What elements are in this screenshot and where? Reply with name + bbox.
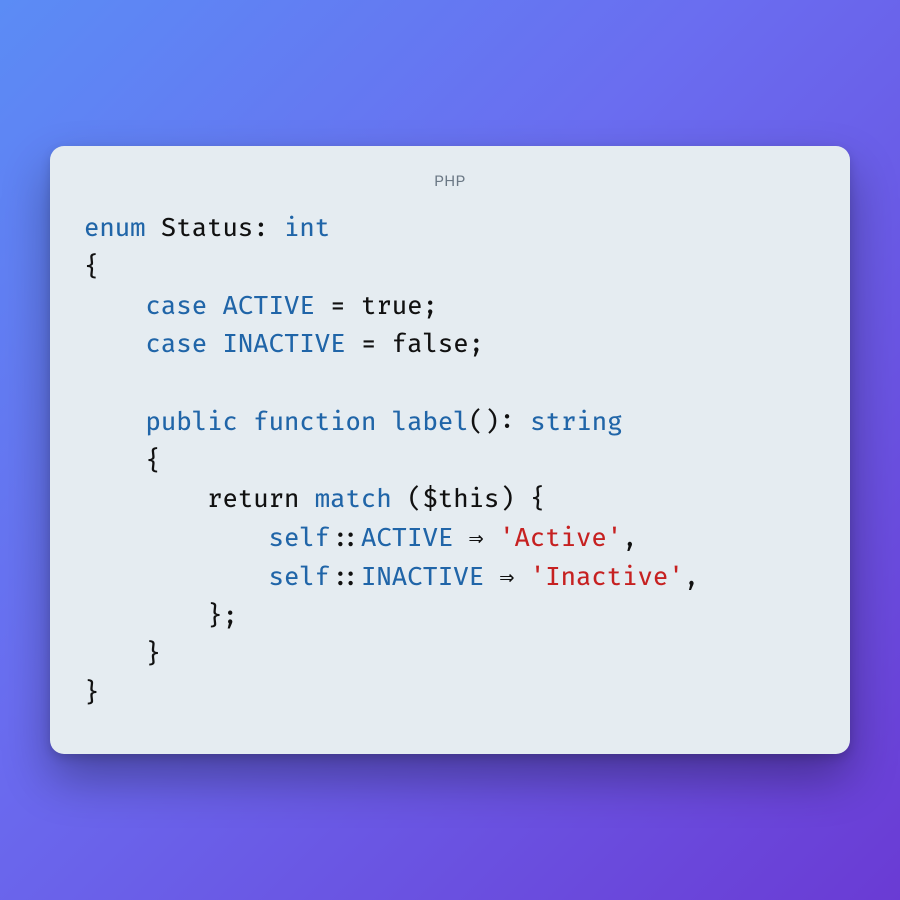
code-token: , (684, 562, 699, 593)
code-token: self (269, 562, 331, 593)
code-token: ACTIVE (222, 291, 314, 322)
code-token: } (84, 678, 99, 709)
code-token (84, 562, 269, 593)
code-token: ACTIVE (361, 523, 453, 554)
code-card: PHP enum Status: int { case ACTIVE = tru… (50, 146, 850, 754)
code-token: (): (469, 407, 531, 438)
code-token: return (84, 484, 315, 515)
code-token (376, 407, 391, 438)
code-token: match (315, 484, 392, 515)
code-token: ($this) { (392, 484, 546, 515)
code-token: }; (84, 601, 238, 632)
code-token (84, 407, 146, 438)
code-token: public (146, 407, 238, 438)
code-token: = false; (346, 329, 484, 360)
code-block: enum Status: int { case ACTIVE = true; c… (84, 210, 816, 714)
code-token: string (530, 407, 622, 438)
code-token: ⇒ (453, 523, 499, 554)
code-token: :: (330, 562, 361, 593)
code-token: : (253, 213, 284, 244)
code-token: { (84, 252, 99, 283)
code-token: , (622, 523, 637, 554)
code-token: 'Inactive' (530, 562, 684, 593)
code-token: { (84, 446, 161, 477)
code-token: 'Active' (499, 523, 622, 554)
code-token: function (253, 407, 376, 438)
code-token: label (392, 407, 469, 438)
code-token: case (146, 329, 208, 360)
code-token: = true; (315, 291, 438, 322)
code-token (207, 329, 222, 360)
code-token (84, 523, 269, 554)
code-token (238, 407, 253, 438)
code-token: ⇒ (484, 562, 530, 593)
code-token (207, 291, 222, 322)
code-token: enum (84, 213, 146, 244)
code-token: :: (330, 523, 361, 554)
code-token: INACTIVE (361, 562, 484, 593)
code-token (84, 329, 146, 360)
code-token: int (284, 213, 330, 244)
code-token (84, 291, 146, 322)
language-label: PHP (84, 172, 816, 190)
code-token: case (146, 291, 208, 322)
code-token: self (269, 523, 331, 554)
code-token: INACTIVE (222, 329, 345, 360)
code-token: Status (146, 213, 254, 244)
code-token: } (84, 639, 161, 670)
